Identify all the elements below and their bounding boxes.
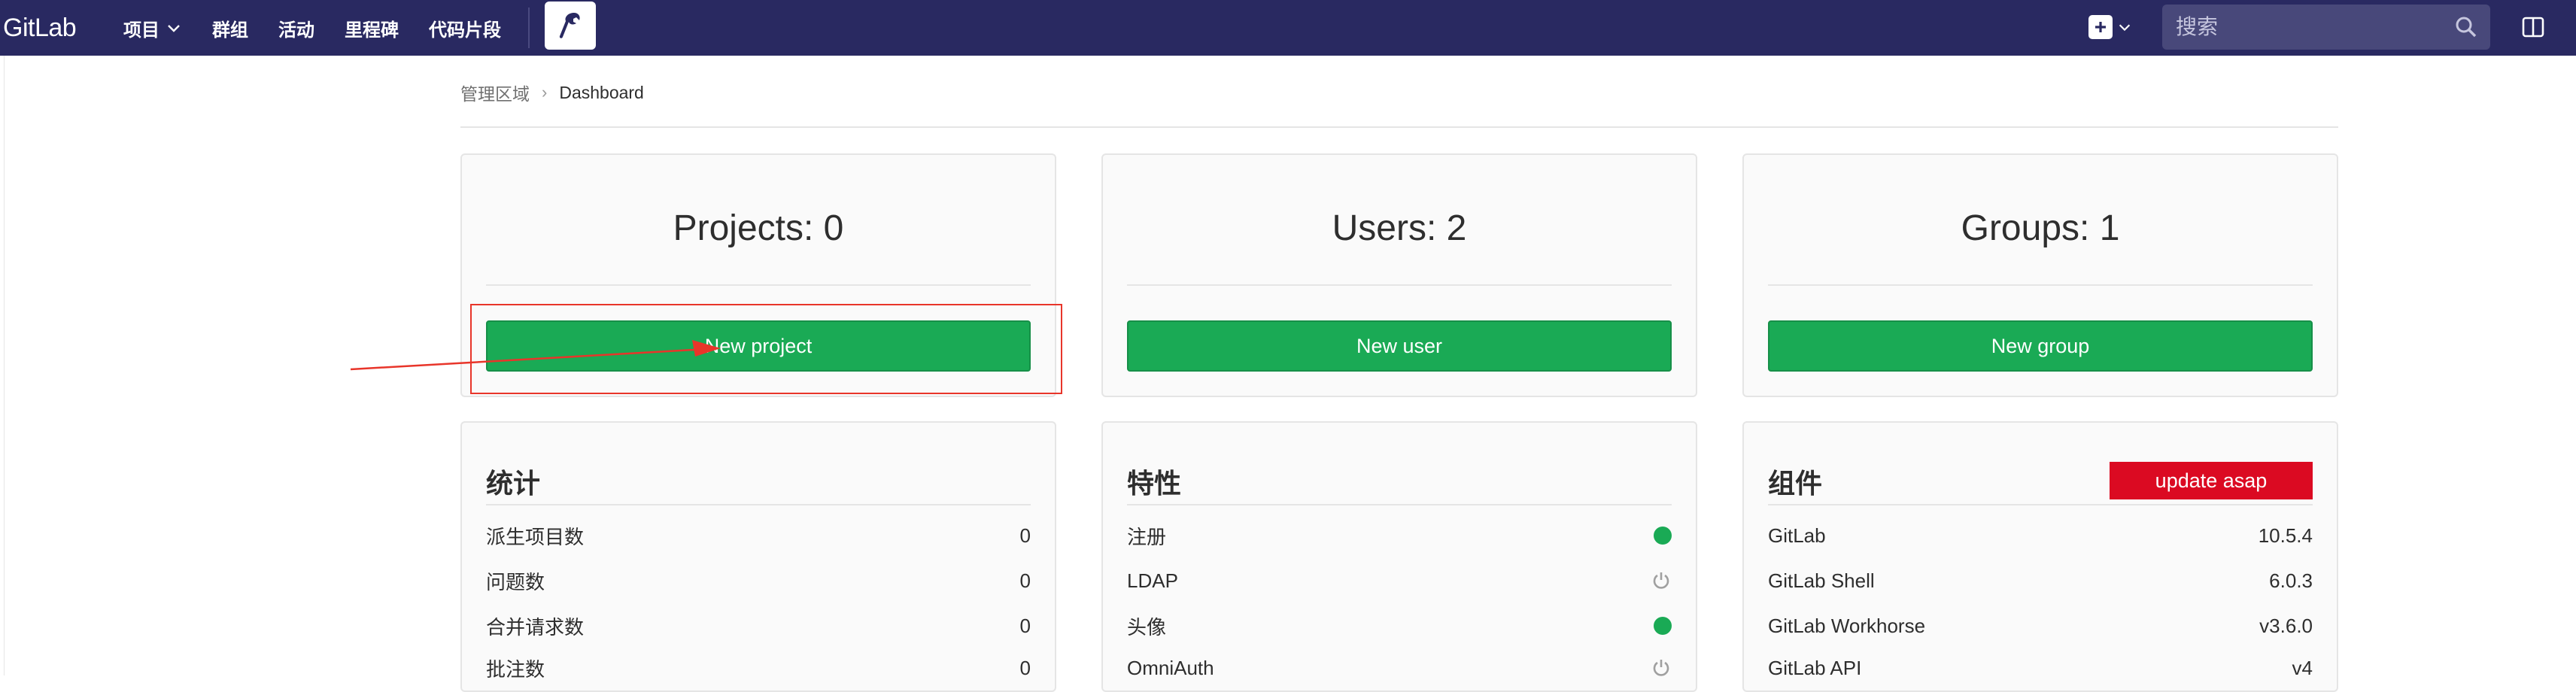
chevron-down-icon [2119, 24, 2131, 32]
feature-label: 头像 [1127, 615, 1167, 639]
feature-row: 注册 [1127, 521, 1672, 551]
search-field-container [2162, 5, 2490, 50]
chevron-down-icon [168, 25, 180, 32]
breadcrumb-admin-area-link[interactable]: 管理区域 [460, 80, 530, 105]
stat-value: 0 [1019, 656, 1031, 679]
feature-row: OmniAuth [1127, 653, 1672, 683]
component-version: v4 [2292, 656, 2313, 679]
feature-label: 注册 [1127, 525, 1167, 548]
top-navbar: GitLab 项目 群组 活动 里程碑 代码片段 [0, 0, 2576, 56]
plus-square-icon [2088, 15, 2113, 39]
breadcrumb: 管理区域 › Dashboard [460, 80, 644, 105]
nav-milestones-link[interactable]: 里程碑 [345, 15, 399, 41]
components-card: 组件 update asap GitLab 10.5.4 GitLab Shel… [1742, 421, 2338, 692]
component-row: GitLab Shell 6.0.3 [1768, 566, 2313, 596]
groups-card: Groups: 1 New group [1742, 153, 2338, 397]
feature-label: LDAP [1127, 569, 1178, 592]
sidebar-toggle-button[interactable] [2519, 12, 2549, 42]
power-off-icon [1653, 572, 1669, 589]
component-row: GitLab 10.5.4 [1768, 521, 2313, 551]
statistics-title: 统计 [486, 468, 541, 499]
features-title: 特性 [1127, 468, 1182, 499]
section-divider [1768, 504, 2313, 505]
breadcrumb-divider [460, 126, 2338, 128]
components-title: 组件 [1768, 468, 1823, 499]
nav-links: 项目 群组 活动 里程碑 代码片段 [123, 0, 531, 56]
enabled-status-icon [1654, 527, 1672, 545]
chevron-right-icon: › [542, 83, 548, 102]
stat-label: 派生项目数 [486, 525, 585, 548]
new-group-button[interactable]: New group [1768, 320, 2313, 372]
admin-area-button[interactable] [545, 2, 596, 50]
nav-projects-dropdown[interactable]: 项目 [123, 15, 182, 41]
stat-label: 问题数 [486, 570, 545, 593]
features-card: 特性 注册 LDAP 头像 OmniAuth [1101, 421, 1697, 692]
stat-value: 0 [1019, 569, 1031, 592]
feature-row: LDAP [1127, 566, 1672, 596]
stat-row: 派生项目数 0 [486, 521, 1031, 551]
sidebar-toggle-icon [2522, 17, 2544, 38]
new-item-dropdown[interactable] [2088, 11, 2132, 44]
section-divider [1127, 504, 1672, 505]
enabled-status-icon [1654, 617, 1672, 635]
search-input[interactable] [2176, 15, 2447, 39]
stat-label: 批注数 [486, 657, 545, 681]
component-label: GitLab Shell [1768, 569, 1875, 592]
component-version: 6.0.3 [2269, 569, 2313, 592]
groups-count-title: Groups: 1 [1961, 208, 2120, 248]
projects-count-title: Projects: 0 [673, 208, 844, 248]
users-count-title: Users: 2 [1332, 208, 1467, 248]
component-row: GitLab Workhorse v3.6.0 [1768, 611, 2313, 641]
projects-card: Projects: 0 New project [460, 153, 1056, 397]
stat-row: 合并请求数 0 [486, 611, 1031, 641]
nav-snippets-link[interactable]: 代码片段 [429, 15, 501, 41]
component-version: v3.6.0 [2259, 614, 2313, 637]
statistics-card: 统计 派生项目数 0 问题数 0 合并请求数 0 批注数 0 [460, 421, 1056, 692]
feature-label: OmniAuth [1127, 656, 1214, 679]
component-version: 10.5.4 [2258, 524, 2313, 547]
nav-divider [528, 8, 530, 48]
collapsed-sidebar-edge [0, 56, 5, 675]
component-label: GitLab Workhorse [1768, 614, 1926, 637]
search-icon[interactable] [2454, 15, 2478, 39]
component-label: GitLab [1768, 524, 1826, 547]
users-card: Users: 2 New user [1101, 153, 1697, 397]
breadcrumb-current: Dashboard [559, 82, 644, 102]
stat-value: 0 [1019, 524, 1031, 547]
component-row: GitLab API v4 [1768, 653, 2313, 683]
nav-activity-link[interactable]: 活动 [278, 15, 314, 41]
gitlab-logo-link[interactable]: GitLab [3, 0, 77, 56]
stat-value: 0 [1019, 614, 1031, 637]
feature-row: 头像 [1127, 611, 1672, 641]
card-divider [1127, 284, 1672, 286]
component-label: GitLab API [1768, 656, 1862, 679]
update-asap-badge[interactable]: update asap [2110, 462, 2313, 499]
nav-groups-link[interactable]: 群组 [212, 15, 248, 41]
section-divider [486, 504, 1031, 505]
card-divider [486, 284, 1031, 286]
wrench-icon [559, 13, 580, 38]
card-divider [1768, 284, 2313, 286]
nav-projects-label: 项目 [123, 20, 159, 41]
new-project-button[interactable]: New project [486, 320, 1031, 372]
stat-label: 合并请求数 [486, 615, 585, 639]
stat-row: 问题数 0 [486, 566, 1031, 596]
stat-row: 批注数 0 [486, 653, 1031, 683]
new-user-button[interactable]: New user [1127, 320, 1672, 372]
